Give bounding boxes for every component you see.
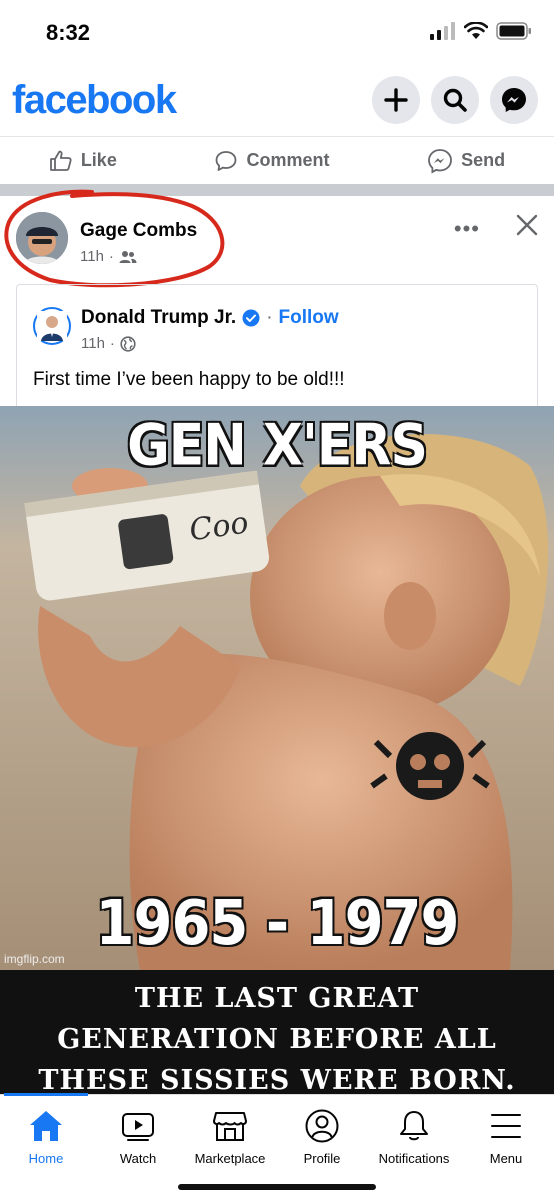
home-icon bbox=[30, 1111, 62, 1141]
shared-page-name[interactable]: Donald Trump Jr. bbox=[81, 307, 236, 329]
bell-icon bbox=[400, 1111, 428, 1141]
tab-notifications-label: Notifications bbox=[378, 1151, 450, 1166]
meme-watermark: imgflip.com bbox=[4, 952, 65, 966]
tab-watch[interactable]: Watch bbox=[92, 1109, 184, 1166]
plus-icon bbox=[384, 88, 408, 112]
comment-icon bbox=[216, 150, 237, 171]
verified-badge-icon bbox=[242, 309, 260, 327]
tab-profile[interactable]: Profile bbox=[276, 1109, 368, 1166]
send-button[interactable]: Send bbox=[427, 148, 505, 174]
tab-notifications[interactable]: Notifications bbox=[368, 1109, 460, 1166]
follow-separator: · bbox=[266, 307, 273, 328]
meme-years-text: 1965 - 1979 bbox=[95, 887, 460, 960]
tab-home[interactable]: Home bbox=[0, 1109, 92, 1166]
tab-marketplace[interactable]: Marketplace bbox=[184, 1109, 276, 1166]
tab-menu-label: Menu bbox=[489, 1151, 523, 1166]
meme-top-text: GEN X'ERS bbox=[127, 413, 428, 479]
friends-icon bbox=[119, 250, 137, 263]
search-icon bbox=[443, 88, 467, 112]
tab-menu[interactable]: Menu bbox=[460, 1109, 552, 1166]
shared-post-text: First time I’ve been happy to be old!!! bbox=[33, 369, 345, 390]
author-avatar-image bbox=[16, 212, 68, 264]
tab-profile-label: Profile bbox=[303, 1151, 341, 1166]
create-button[interactable] bbox=[372, 76, 420, 124]
comment-button[interactable]: Comment bbox=[214, 149, 330, 173]
status-time: 8:32 bbox=[46, 20, 91, 45]
app-header: facebook bbox=[0, 64, 554, 136]
messenger-icon bbox=[502, 88, 526, 112]
post-header: Gage Combs 11h · ••• bbox=[0, 196, 554, 280]
page-avatar-image bbox=[37, 311, 67, 341]
tab-marketplace-label: Marketplace bbox=[194, 1151, 266, 1166]
like-button[interactable]: Like bbox=[49, 149, 117, 173]
shared-post-meta: 11h · bbox=[81, 335, 136, 352]
meme-image[interactable]: Coo GEN X'ERS 1965 - 1979 imgflip.com bbox=[0, 406, 554, 970]
shared-page-row: Donald Trump Jr. · Follow bbox=[81, 307, 339, 329]
signal-icon bbox=[430, 22, 455, 40]
post-time[interactable]: 11h bbox=[80, 248, 104, 265]
shared-meta-separator: · bbox=[109, 335, 115, 352]
battery-icon bbox=[496, 22, 531, 40]
caption-line-1: THE LAST GREAT bbox=[134, 983, 420, 1014]
hide-post-button[interactable] bbox=[514, 212, 540, 243]
menu-icon bbox=[491, 1114, 521, 1138]
comment-label: Comment bbox=[246, 150, 330, 170]
messenger-button[interactable] bbox=[490, 76, 538, 124]
profile-icon bbox=[305, 1109, 339, 1143]
like-icon bbox=[49, 150, 72, 171]
reaction-actions: Like Comment Send bbox=[0, 136, 554, 184]
facebook-logo[interactable]: facebook bbox=[12, 78, 177, 123]
send-messenger-icon bbox=[428, 148, 453, 174]
caption-line-2: GENERATION BEFORE ALL bbox=[57, 1024, 497, 1055]
post-meta: 11h · bbox=[80, 248, 137, 265]
page-avatar[interactable] bbox=[33, 307, 71, 345]
like-label: Like bbox=[80, 150, 117, 170]
wifi-icon bbox=[464, 22, 488, 39]
tab-watch-label: Watch bbox=[119, 1151, 157, 1166]
status-bar: 8:32 bbox=[0, 0, 554, 64]
more-options-button[interactable]: ••• bbox=[454, 216, 480, 242]
status-icons bbox=[430, 22, 532, 40]
search-button[interactable] bbox=[431, 76, 479, 124]
home-indicator[interactable] bbox=[178, 1184, 376, 1190]
send-label: Send bbox=[461, 150, 506, 170]
author-name[interactable]: Gage Combs bbox=[80, 220, 197, 242]
globe-icon bbox=[120, 335, 136, 352]
meme-photo: Coo bbox=[0, 406, 554, 970]
active-tab-indicator bbox=[4, 1093, 88, 1096]
tab-home-label: Home bbox=[28, 1151, 64, 1166]
follow-button[interactable]: Follow bbox=[279, 307, 339, 329]
close-icon bbox=[516, 214, 538, 236]
shared-post-card[interactable]: Donald Trump Jr. · Follow 11h · First ti… bbox=[16, 284, 538, 406]
watch-icon bbox=[122, 1113, 154, 1141]
marketplace-icon bbox=[213, 1112, 247, 1141]
shared-post-time[interactable]: 11h bbox=[81, 335, 105, 352]
author-avatar[interactable] bbox=[16, 212, 68, 264]
meta-separator: · bbox=[108, 248, 114, 265]
meme-caption: THE LAST GREAT GENERATION BEFORE ALL THE… bbox=[0, 970, 554, 1096]
feed-divider bbox=[0, 184, 554, 196]
